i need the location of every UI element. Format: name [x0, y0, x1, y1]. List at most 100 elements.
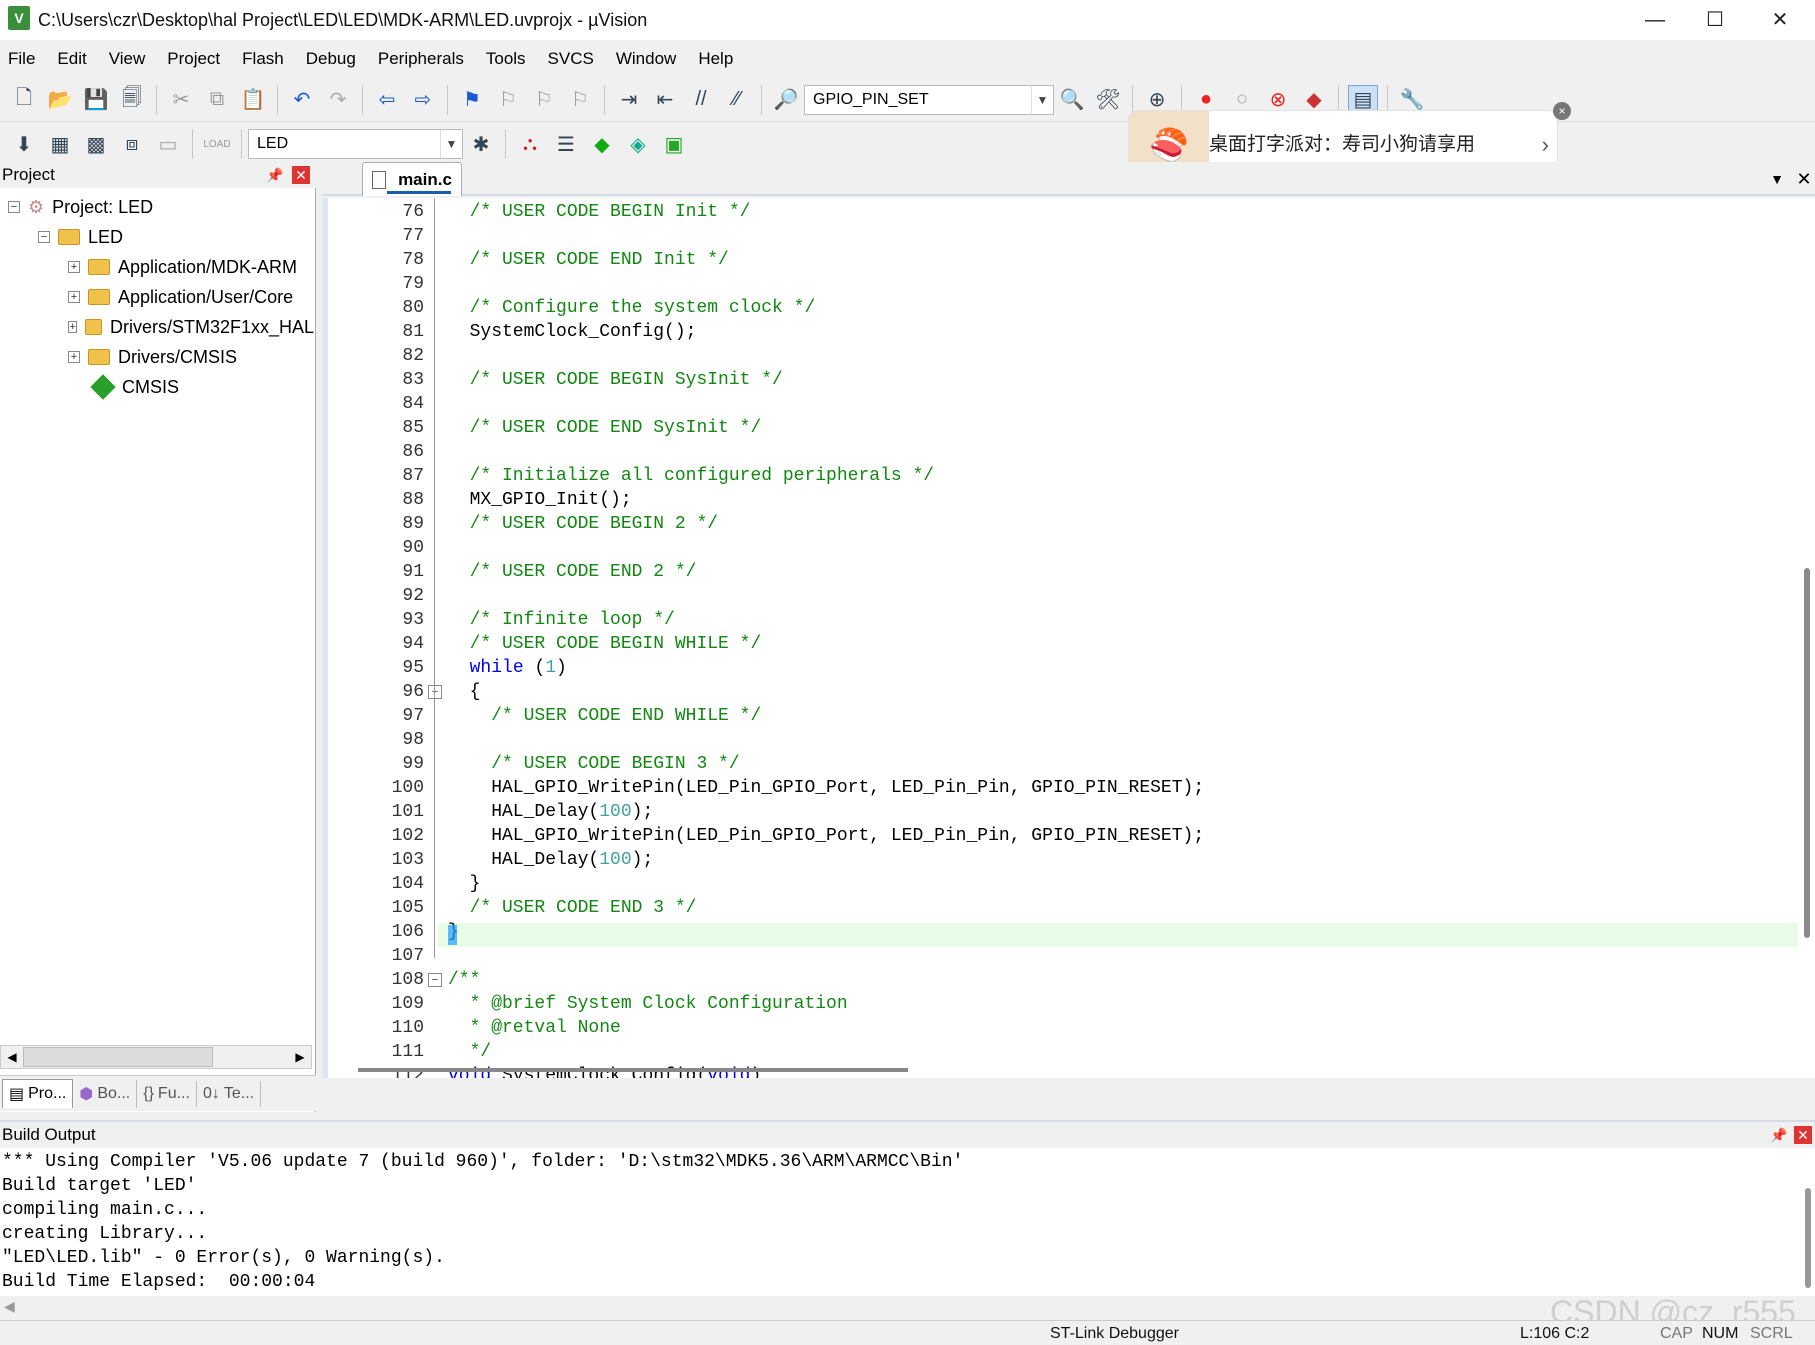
manage-components-icon[interactable]: ◆ [587, 129, 617, 159]
browse-icon[interactable]: 🛠 [1093, 85, 1123, 115]
outdent-icon[interactable]: ⇤ [650, 85, 680, 115]
new-file-icon[interactable]: 🗋 [9, 85, 39, 115]
tab-books[interactable]: ⬢ Bo... [73, 1079, 138, 1108]
menu-tools[interactable]: Tools [486, 49, 526, 69]
expand-icon[interactable]: + [68, 321, 78, 333]
code-line[interactable]: /* USER CODE END Init */ [448, 248, 729, 272]
cut-icon[interactable]: ✂ [166, 85, 196, 115]
scroll-right-icon[interactable]: ▶ [289, 1046, 311, 1068]
code-line[interactable]: */ [448, 1040, 492, 1064]
incremental-find-icon[interactable]: 🔍 [1057, 85, 1087, 115]
tab-list-dropdown-icon[interactable]: ▼ [1762, 162, 1792, 196]
tree-item-cmsis[interactable]: CMSIS [90, 372, 179, 402]
code-line[interactable]: MX_GPIO_Init(); [448, 488, 632, 512]
open-icon[interactable]: 📂 [45, 85, 75, 115]
find-combo[interactable]: GPIO_PIN_SET ▼ [804, 84, 1054, 115]
collapse-icon[interactable]: − [38, 231, 50, 243]
code-line[interactable]: HAL_Delay(100); [448, 800, 653, 824]
code-line[interactable]: { [448, 680, 481, 704]
code-line[interactable]: * @retval None [448, 1016, 621, 1040]
close-window-button[interactable]: ✕ [1745, 0, 1815, 40]
save-all-icon[interactable]: 🗐 [117, 85, 147, 115]
stop-build-icon[interactable]: ▭ [153, 129, 183, 159]
code-line[interactable]: /* Infinite loop */ [448, 608, 675, 632]
project-hscrollbar[interactable]: ◀ ▶ [0, 1045, 312, 1069]
editor-vscroll-thumb[interactable] [1804, 568, 1810, 938]
menu-view[interactable]: View [109, 49, 146, 69]
build-vscroll-thumb[interactable] [1805, 1188, 1811, 1288]
copy-icon[interactable]: ⧉ [202, 85, 232, 115]
menu-peripherals[interactable]: Peripherals [378, 49, 464, 69]
code-line[interactable]: /* Configure the system clock */ [448, 296, 816, 320]
rebuild-icon[interactable]: ▩ [81, 129, 111, 159]
menu-debug[interactable]: Debug [306, 49, 356, 69]
menu-flash[interactable]: Flash [242, 49, 284, 69]
tree-item-target[interactable]: − LED [38, 222, 123, 252]
chevron-down-icon[interactable]: ▼ [440, 130, 462, 158]
indent-icon[interactable]: ⇥ [614, 85, 644, 115]
paste-icon[interactable]: 📋 [238, 85, 268, 115]
code-line[interactable]: } [448, 872, 481, 896]
close-icon[interactable]: ✕ [1794, 1126, 1812, 1144]
stack-icon[interactable]: ☰ [551, 129, 581, 159]
code-line[interactable]: /* USER CODE END 3 */ [448, 896, 697, 920]
tree-item-group[interactable]: + Drivers/CMSIS [68, 342, 237, 372]
close-tab-icon[interactable]: ✕ [1792, 162, 1815, 196]
fold-toggle-icon[interactable]: − [428, 685, 442, 699]
tab-main-c[interactable]: main.c [362, 162, 462, 196]
tab-functions[interactable]: {} Fu... [137, 1080, 197, 1107]
uncomment-icon[interactable]: ⁄⁄ [722, 85, 752, 115]
tree-item-group[interactable]: + Drivers/STM32F1xx_HAL [68, 312, 314, 342]
code-line[interactable]: /* USER CODE END WHILE */ [448, 704, 761, 728]
tree-item-group[interactable]: + Application/User/Core [68, 282, 293, 312]
batch-build-icon[interactable]: ⧈ [117, 129, 147, 159]
code-line[interactable]: /** [448, 968, 480, 992]
clear-bookmarks-icon[interactable]: ⚐ [565, 85, 595, 115]
build-icon[interactable]: ▦ [45, 129, 75, 159]
code-line[interactable]: /* USER CODE END SysInit */ [448, 416, 762, 440]
build-output-panel[interactable]: *** Using Compiler 'V5.06 update 7 (buil… [0, 1148, 1815, 1296]
expand-icon[interactable]: + [68, 261, 80, 273]
pack-installer-icon[interactable]: ▣ [659, 129, 689, 159]
back-icon[interactable]: ⇦ [372, 85, 402, 115]
code-line[interactable]: /* USER CODE BEGIN 2 */ [448, 512, 718, 536]
scroll-thumb[interactable] [23, 1047, 213, 1067]
forward-icon[interactable]: ⇨ [408, 85, 438, 115]
code-line[interactable]: HAL_GPIO_WritePin(LED_Pin_GPIO_Port, LED… [448, 776, 1204, 800]
code-line[interactable]: /* USER CODE BEGIN 3 */ [448, 752, 739, 776]
find-in-files-icon[interactable]: 🔎 [771, 85, 801, 115]
redo-icon[interactable]: ↷ [323, 85, 353, 115]
code-line[interactable]: * @brief System Clock Configuration [448, 992, 848, 1016]
next-bookmark-icon[interactable]: ⚐ [529, 85, 559, 115]
menu-svcs[interactable]: SVCS [548, 49, 594, 69]
code-line[interactable]: HAL_GPIO_WritePin(LED_Pin_GPIO_Port, LED… [448, 824, 1204, 848]
build-hscrollbar[interactable]: ◀ [0, 1296, 1815, 1320]
code-line[interactable]: SystemClock_Config(); [448, 320, 697, 344]
save-icon[interactable]: 💾 [81, 85, 111, 115]
code-line[interactable]: /* USER CODE BEGIN SysInit */ [448, 368, 783, 392]
target-combo[interactable]: LED ▼ [248, 129, 463, 159]
ad-close-button[interactable]: × [1553, 102, 1571, 120]
prev-bookmark-icon[interactable]: ⚐ [493, 85, 523, 115]
tab-project[interactable]: ▤ Pro... [2, 1079, 74, 1108]
code-line[interactable]: /* USER CODE END 2 */ [448, 560, 697, 584]
chevron-down-icon[interactable]: ▼ [1031, 85, 1053, 114]
scroll-left-icon[interactable]: ◀ [1, 1046, 23, 1068]
collapse-icon[interactable]: − [8, 201, 20, 213]
code-line[interactable]: /* Initialize all configured peripherals… [448, 464, 935, 488]
scroll-left-icon[interactable]: ◀ [4, 1298, 15, 1315]
download-icon[interactable]: LOAD [202, 129, 232, 159]
tree-item-project[interactable]: − ⚙ Project: LED [8, 192, 153, 222]
code-line[interactable]: while (1) [448, 656, 567, 680]
menu-help[interactable]: Help [698, 49, 733, 69]
options-icon[interactable]: ✱ [466, 129, 496, 159]
tree-item-group[interactable]: + Application/MDK-ARM [68, 252, 297, 282]
pin-icon[interactable]: 📌 [1770, 1122, 1787, 1148]
maximize-button[interactable]: ☐ [1680, 0, 1750, 40]
expand-icon[interactable]: + [68, 351, 80, 363]
code-line[interactable]: /* USER CODE BEGIN Init */ [448, 200, 751, 224]
close-icon[interactable]: ✕ [292, 166, 310, 184]
tab-templates[interactable]: 0↓ Te... [197, 1080, 262, 1107]
menu-edit[interactable]: Edit [57, 49, 86, 69]
code-line[interactable]: /* USER CODE BEGIN WHILE */ [448, 632, 762, 656]
